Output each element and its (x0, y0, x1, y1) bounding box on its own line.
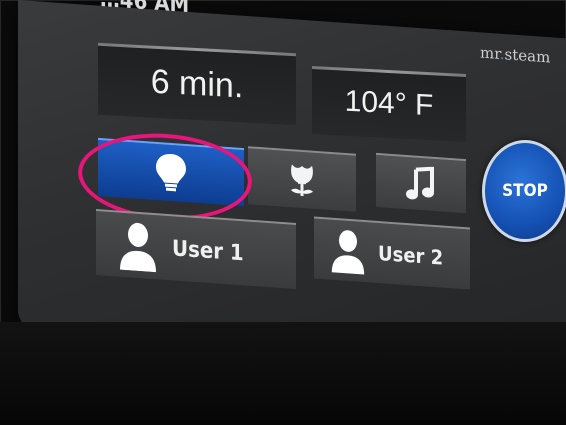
stop-button[interactable]: STOP (482, 140, 566, 242)
temperature-display[interactable]: 104° F (312, 65, 466, 143)
user-1-label: User 1 (172, 235, 244, 266)
stop-label: STOP (502, 181, 548, 201)
timer-display[interactable]: 6 min. (98, 42, 296, 126)
bezel (0, 322, 566, 425)
person-icon (118, 220, 158, 273)
music-button[interactable] (376, 152, 466, 214)
user-2-button[interactable]: User 2 (314, 216, 470, 290)
temperature-value: 104° F (344, 84, 434, 123)
aroma-button[interactable] (248, 146, 356, 212)
timer-value: 6 min. (150, 62, 244, 105)
user-2-label: User 2 (378, 241, 444, 270)
user-1-button[interactable]: User 1 (96, 209, 296, 289)
tulip-icon (285, 161, 319, 199)
music-note-icon (406, 165, 436, 203)
person-icon (330, 227, 366, 276)
